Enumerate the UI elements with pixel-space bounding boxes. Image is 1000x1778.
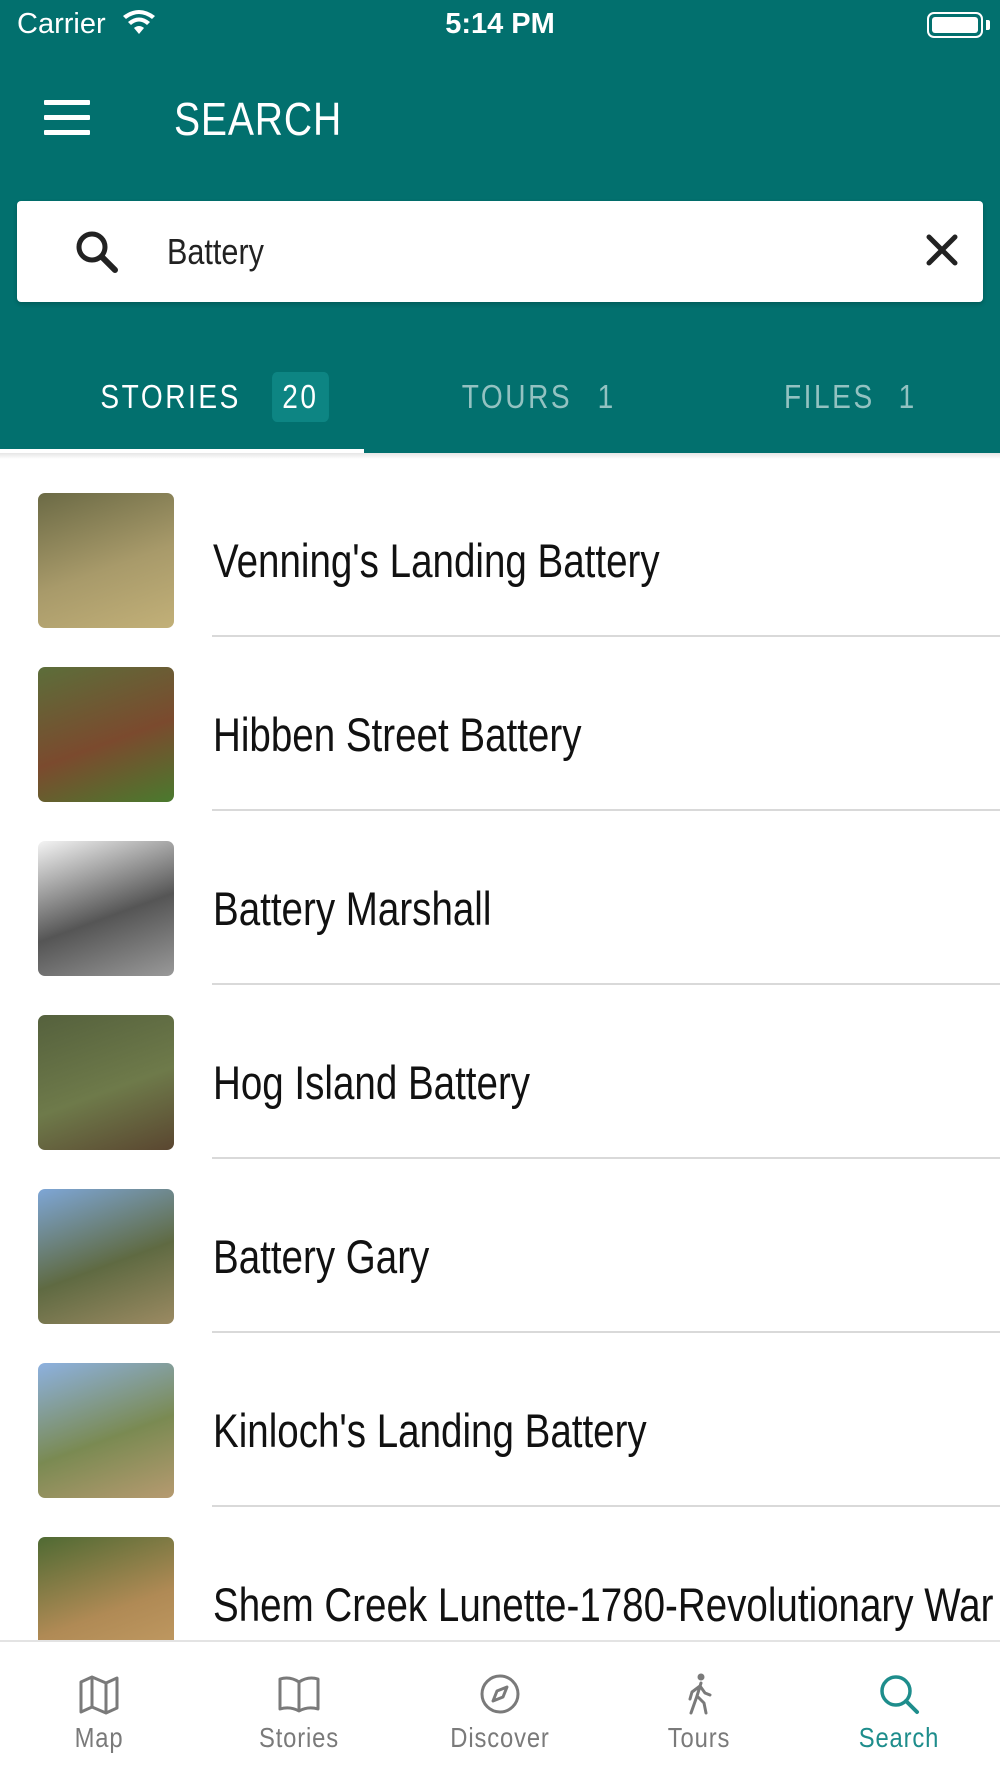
tabbar-search[interactable]: Search: [819, 1672, 979, 1754]
result-title: Hog Island Battery: [213, 1056, 531, 1109]
tab-tours-label: TOURS: [461, 378, 573, 415]
results-list[interactable]: Venning's Landing Battery Hibben Street …: [0, 459, 1000, 1640]
tab-files[interactable]: FILES 1: [776, 367, 918, 427]
result-thumbnail: [38, 1537, 174, 1640]
list-item[interactable]: Battery Marshall: [0, 807, 1000, 985]
result-tabs: STORIES 20 TOURS 1 FILES 1: [0, 353, 1000, 455]
battery-icon: [927, 12, 983, 38]
page-title: SEARCH: [174, 93, 343, 145]
tab-stories-count: 20: [272, 372, 329, 422]
list-item[interactable]: Kinloch's Landing Battery: [0, 1329, 1000, 1507]
compass-icon: [480, 1674, 520, 1714]
tabbar-tours-label: Tours: [667, 1722, 731, 1753]
book-icon: [278, 1676, 320, 1713]
list-item[interactable]: Venning's Landing Battery: [0, 459, 1000, 637]
search-icon: [880, 1675, 919, 1714]
result-thumbnail: [38, 667, 174, 802]
tabbar-discover-label: Discover: [450, 1722, 550, 1753]
search-input[interactable]: [167, 229, 762, 275]
list-item[interactable]: Hog Island Battery: [0, 981, 1000, 1159]
result-thumbnail: [38, 1015, 174, 1150]
result-title: Battery Marshall: [213, 882, 492, 935]
result-title: Kinloch's Landing Battery: [213, 1404, 647, 1457]
walking-icon: [688, 1673, 712, 1715]
result-thumbnail: [38, 1363, 174, 1498]
tab-stories-label: STORIES: [100, 378, 241, 415]
tab-stories[interactable]: STORIES 20: [88, 367, 334, 427]
tab-tours[interactable]: TOURS 1: [452, 367, 617, 427]
search-bar: [17, 201, 983, 302]
result-thumbnail: [38, 493, 174, 628]
status-bar: Carrier 5:14 PM: [0, 0, 1000, 50]
search-icon: [76, 231, 118, 273]
map-icon: [79, 1675, 119, 1715]
tabbar-search-label: Search: [858, 1722, 940, 1753]
tab-files-count: 1: [898, 378, 917, 415]
result-thumbnail: [38, 841, 174, 976]
bottom-tab-bar: Map Stories Discover Tours Search: [0, 1640, 1000, 1778]
tabbar-map-label: Map: [74, 1722, 124, 1753]
result-title: Battery Gary: [213, 1230, 430, 1283]
tabbar-discover[interactable]: Discover: [420, 1672, 580, 1754]
tabbar-tours[interactable]: Tours: [619, 1672, 779, 1754]
tab-files-label: FILES: [784, 378, 875, 415]
list-item[interactable]: Battery Gary: [0, 1155, 1000, 1333]
list-item[interactable]: Hibben Street Battery: [0, 633, 1000, 811]
battery-tip: [986, 20, 990, 30]
tab-tours-count: 1: [597, 378, 616, 415]
result-thumbnail: [38, 1189, 174, 1324]
result-title: Venning's Landing Battery: [213, 534, 660, 587]
menu-icon[interactable]: [44, 100, 92, 138]
app-header: Carrier 5:14 PM SEARCH STORIES 20 TOURS …: [0, 0, 1000, 455]
clock: 5:14 PM: [445, 8, 555, 40]
list-item[interactable]: Shem Creek Lunette-1780-Revolutionary Wa…: [0, 1503, 1000, 1640]
close-icon[interactable]: [923, 231, 961, 269]
result-title: Hibben Street Battery: [213, 708, 582, 761]
result-title: Shem Creek Lunette-1780-Revolutionary Wa…: [213, 1578, 994, 1631]
tabbar-stories-label: Stories: [258, 1722, 340, 1753]
tabbar-stories[interactable]: Stories: [219, 1672, 379, 1754]
tabbar-map[interactable]: Map: [19, 1672, 179, 1754]
